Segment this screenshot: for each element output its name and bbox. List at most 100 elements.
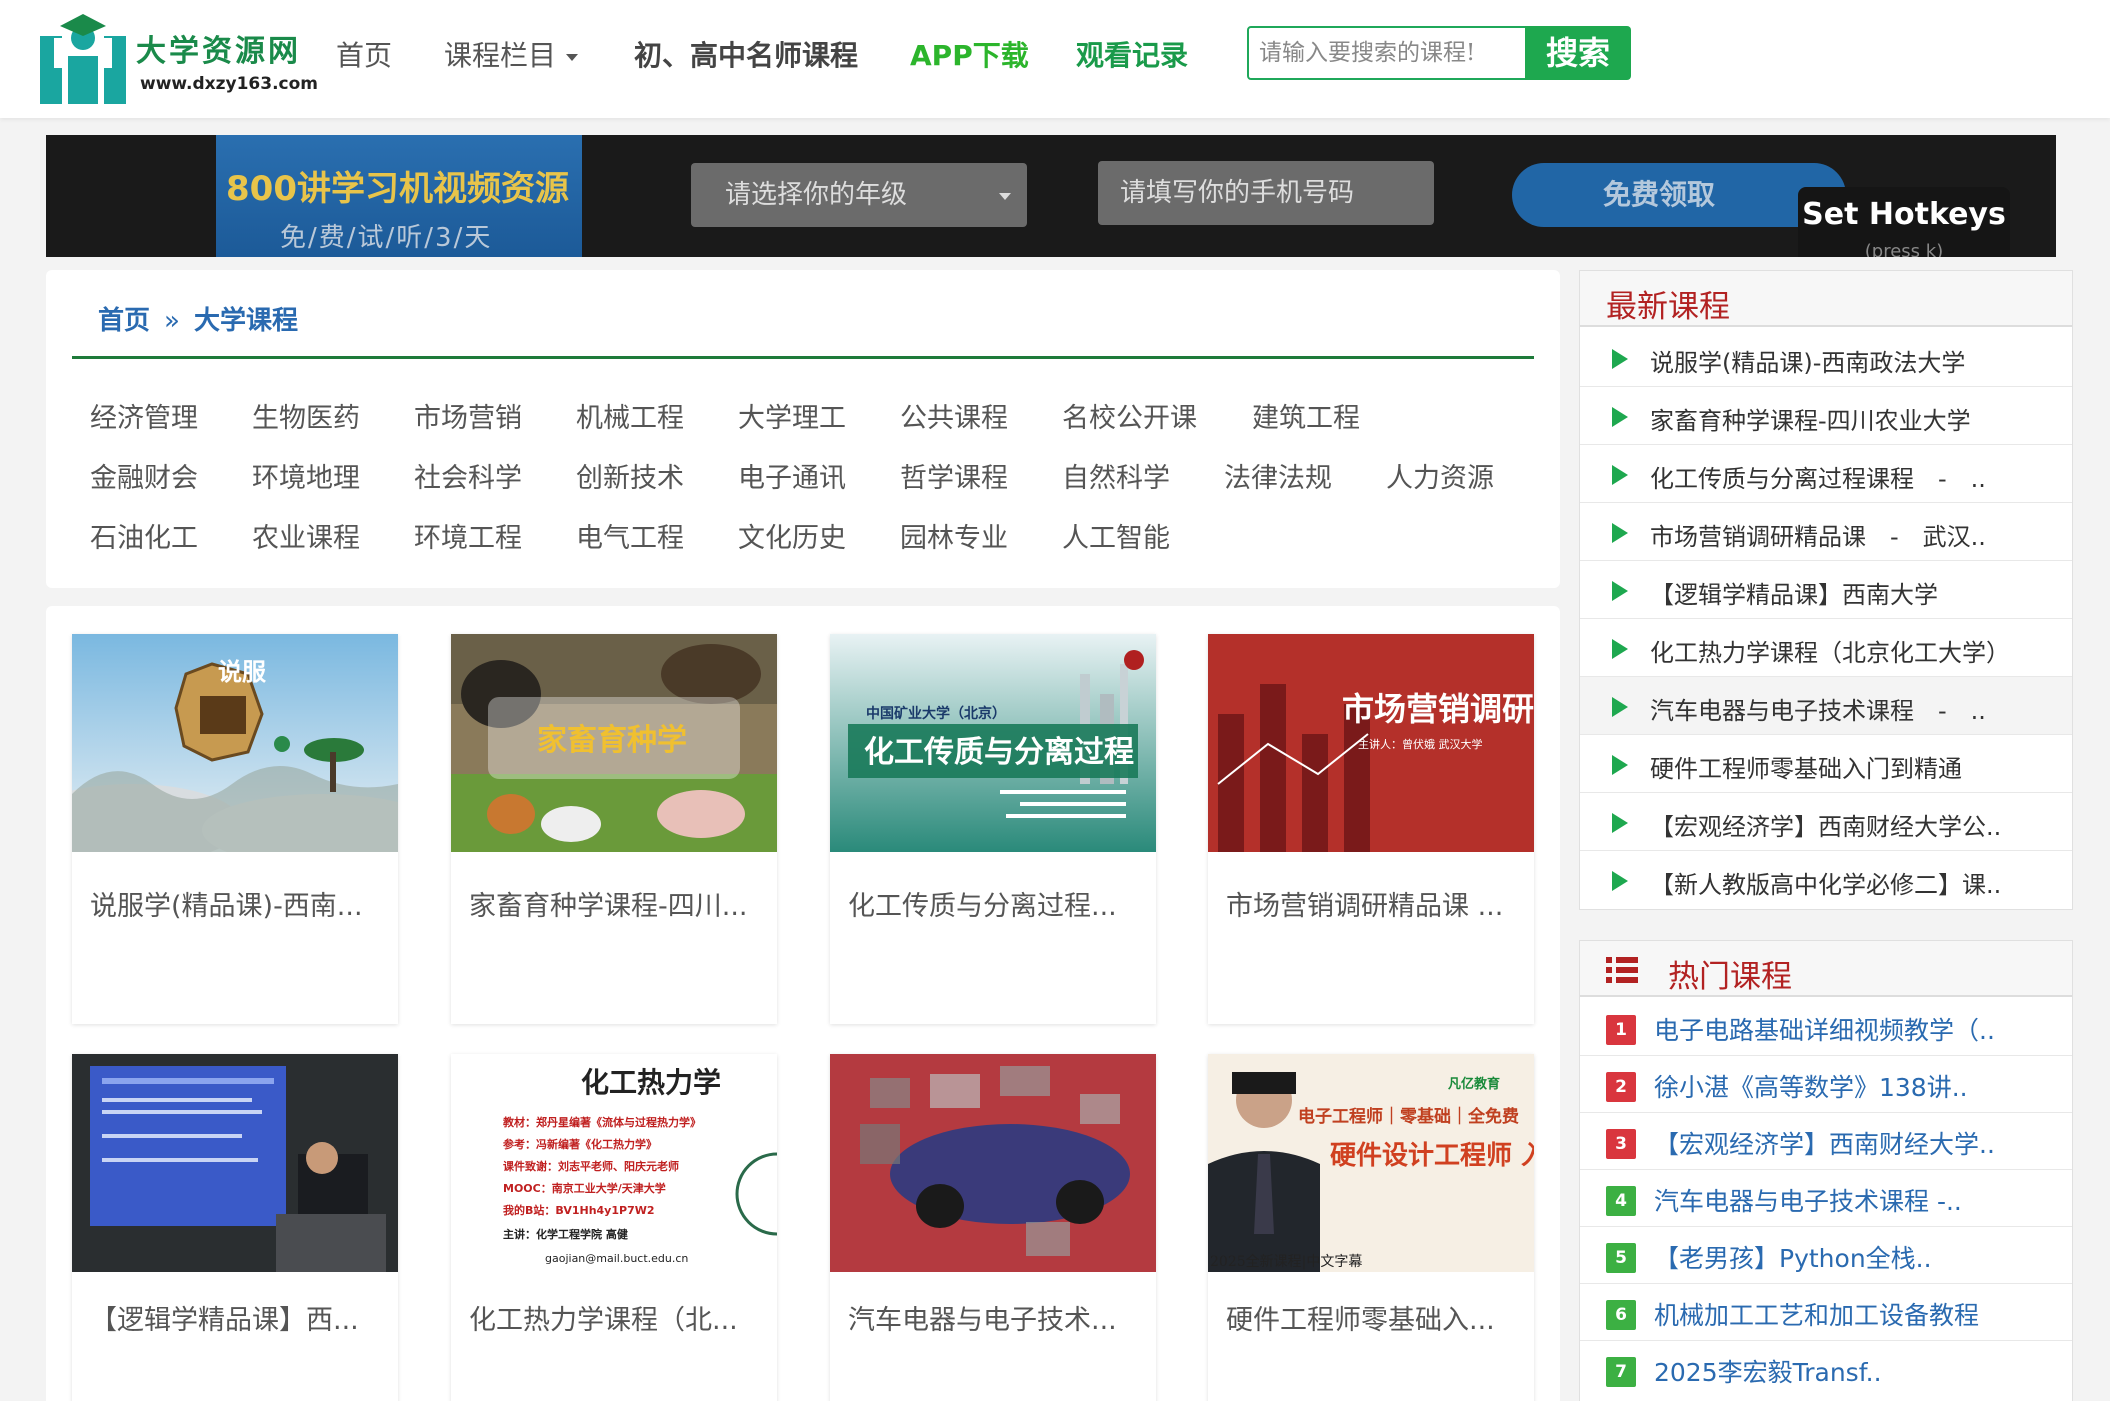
course-card[interactable]: 说服 说服学(精品课)-西南... xyxy=(72,634,398,1024)
thumbnail-brand: 凡亿教育 xyxy=(1448,1076,1500,1092)
hot-course-link[interactable]: 【宏观经济学】西南财经大学.. xyxy=(1654,1125,1995,1161)
course-card[interactable]: 市场营销调研 主讲人：曾伏娥 武汉大学 市场营销调研精品课 ... xyxy=(1208,634,1534,1024)
thumbnail-line: 我的B站：BV1Hh4y1P7W2 xyxy=(503,1203,655,1217)
category-link[interactable]: 法律法规 xyxy=(1224,456,1332,495)
category-link[interactable]: 园林专业 xyxy=(900,516,1008,555)
course-card[interactable]: 家畜育种学 家畜育种学课程-四川... xyxy=(451,634,777,1024)
course-card[interactable]: 中国矿业大学（北京） 化工传质与分离过程 化工传质与分离过程... xyxy=(830,634,1156,1024)
nav-columns-label: 课程栏目 xyxy=(444,39,557,72)
category-link[interactable]: 市场营销 xyxy=(414,396,522,435)
category-link[interactable]: 名校公开课 xyxy=(1062,396,1197,435)
latest-course-link[interactable]: 化工传质与分离过程课程 - .. xyxy=(1650,459,1986,494)
course-title: 化工传质与分离过程... xyxy=(848,891,1117,922)
set-hotkeys-popup[interactable]: Set Hotkeys (press k) xyxy=(1798,187,2010,257)
category-link[interactable]: 社会科学 xyxy=(414,456,522,495)
latest-course-link[interactable]: 家畜育种学课程-四川农业大学 xyxy=(1650,401,1971,436)
breadcrumb-home[interactable]: 首页 xyxy=(98,306,150,336)
search-input[interactable] xyxy=(1259,28,1509,78)
course-title: 硬件工程师零基础入... xyxy=(1226,1305,1495,1336)
hot-course-link[interactable]: 徐小湛《高等数学》138讲.. xyxy=(1654,1068,1968,1104)
latest-course-item[interactable]: 汽车电器与电子技术课程 - .. xyxy=(1580,677,2072,735)
course-card[interactable]: 【逻辑学精品课】西... xyxy=(72,1054,398,1401)
hot-course-link[interactable]: 【老男孩】Python全栈.. xyxy=(1654,1239,1932,1275)
category-link[interactable]: 哲学课程 xyxy=(900,456,1008,495)
category-link[interactable]: 人工智能 xyxy=(1062,516,1170,555)
latest-course-link[interactable]: 市场营销调研精品课 - 武汉.. xyxy=(1650,517,1986,552)
course-card[interactable]: 凡亿教育 电子工程师｜零基础｜全免费 硬件设计工程师 入门培训教程 2025全新… xyxy=(1208,1054,1534,1401)
nav-famous-teachers[interactable]: 初、高中名师课程 xyxy=(634,34,858,74)
breadcrumb-current[interactable]: 大学课程 xyxy=(194,306,298,336)
category-link[interactable]: 生物医药 xyxy=(252,396,360,435)
category-link[interactable]: 文化历史 xyxy=(738,516,846,555)
category-link[interactable]: 人力资源 xyxy=(1386,456,1494,495)
search-button[interactable]: 搜索 xyxy=(1525,26,1631,80)
nav-columns-dropdown[interactable]: 课程栏目 xyxy=(444,34,579,74)
latest-course-link[interactable]: 【逻辑学精品课】西南大学 xyxy=(1650,575,1938,610)
latest-course-link[interactable]: 汽车电器与电子技术课程 - .. xyxy=(1650,691,1986,726)
category-link[interactable]: 环境工程 xyxy=(414,516,522,555)
course-card[interactable]: 化工热力学 教材：郑丹星编著《流体与过程热力学》 参考：冯新编著《化工热力学》 … xyxy=(451,1054,777,1401)
play-triangle-icon xyxy=(1612,465,1628,485)
thumbnail-subtext: 中国矿业大学（北京） xyxy=(866,705,1006,722)
category-link[interactable]: 自然科学 xyxy=(1062,456,1170,495)
thumbnail-line: 教材：郑丹星编著《流体与过程热力学》 xyxy=(502,1115,701,1129)
category-panel: 首页 » 大学课程 经济管理 生物医药 市场营销 机械工程 大学理工 公共课程 名校… xyxy=(46,270,1560,588)
category-link[interactable]: 大学理工 xyxy=(738,396,846,435)
category-link[interactable]: 经济管理 xyxy=(90,396,198,435)
play-triangle-icon xyxy=(1612,871,1628,891)
rank-badge: 7 xyxy=(1606,1357,1636,1387)
latest-course-link[interactable]: 【新人教版高中化学必修二】课.. xyxy=(1650,865,2001,900)
hot-course-item[interactable]: 6 机械加工工艺和加工设备教程 xyxy=(1580,1284,2072,1341)
latest-course-item[interactable]: 【逻辑学精品课】西南大学 xyxy=(1580,561,2072,619)
category-link[interactable]: 石油化工 xyxy=(90,516,198,555)
latest-course-item[interactable]: 【宏观经济学】西南财经大学公.. xyxy=(1580,793,2072,851)
site-logo[interactable]: 大学资源网 www.dxzy163.com xyxy=(40,8,320,108)
latest-course-item[interactable]: 家畜育种学课程-四川农业大学 xyxy=(1580,387,2072,445)
hot-course-item[interactable]: 2 徐小湛《高等数学》138讲.. xyxy=(1580,1056,2072,1113)
latest-course-item[interactable]: 化工热力学课程（北京化工大学） xyxy=(1580,619,2072,677)
hot-course-link[interactable]: 2025李宏毅Transf.. xyxy=(1654,1353,1882,1389)
breadcrumb-divider xyxy=(72,356,1534,359)
latest-course-item[interactable]: 【新人教版高中化学必修二】课.. xyxy=(1580,851,2072,909)
category-link[interactable]: 公共课程 xyxy=(900,396,1008,435)
latest-course-item[interactable]: 化工传质与分离过程课程 - .. xyxy=(1580,445,2072,503)
chevron-down-icon xyxy=(566,53,579,61)
hot-course-link[interactable]: 汽车电器与电子技术课程 -.. xyxy=(1654,1182,1962,1218)
grade-select[interactable]: 请选择你的年级 xyxy=(691,163,1027,227)
hot-course-item[interactable]: 3 【宏观经济学】西南财经大学.. xyxy=(1580,1113,2072,1170)
category-link[interactable]: 电气工程 xyxy=(576,516,684,555)
hot-course-link[interactable]: 电子电路基础详细视频教学（.. xyxy=(1654,1011,1995,1047)
free-claim-button[interactable]: 免费领取 xyxy=(1512,163,1846,227)
category-link[interactable]: 电子通讯 xyxy=(738,456,846,495)
play-triangle-icon xyxy=(1612,755,1628,775)
category-link[interactable]: 金融财会 xyxy=(90,456,198,495)
hot-course-link[interactable]: 机械加工工艺和加工设备教程 xyxy=(1654,1296,1979,1332)
latest-course-item[interactable]: 说服学(精品课)-西南政法大学 xyxy=(1580,329,2072,387)
latest-course-link[interactable]: 硬件工程师零基础入门到精通 xyxy=(1650,749,1962,784)
banner-promo-block[interactable]: 800讲学习机视频资源 免/费/试/听/3/天 xyxy=(216,135,582,257)
hot-course-item[interactable]: 4 汽车电器与电子技术课程 -.. xyxy=(1580,1170,2072,1227)
nav-app-download[interactable]: APP下载 xyxy=(910,34,1029,74)
latest-course-link[interactable]: 说服学(精品课)-西南政法大学 xyxy=(1650,343,1965,378)
course-card[interactable]: 汽车电器与电子技术... xyxy=(830,1054,1156,1401)
hot-course-item[interactable]: 7 2025李宏毅Transf.. xyxy=(1580,1341,2072,1398)
category-link[interactable]: 环境地理 xyxy=(252,456,360,495)
category-link[interactable]: 农业课程 xyxy=(252,516,360,555)
promo-banner: 800讲学习机视频资源 免/费/试/听/3/天 请选择你的年级 请填写你的手机号… xyxy=(46,135,2056,257)
nav-watch-history[interactable]: 观看记录 xyxy=(1076,34,1188,74)
latest-course-link[interactable]: 【宏观经济学】西南财经大学公.. xyxy=(1650,807,2001,842)
latest-course-item[interactable]: 硬件工程师零基础入门到精通 xyxy=(1580,735,2072,793)
category-link[interactable]: 创新技术 xyxy=(576,456,684,495)
nav-home[interactable]: 首页 xyxy=(336,34,392,74)
hot-courses-panel: 热门课程 1 电子电路基础详细视频教学（.. 2 徐小湛《高等数学》138讲.. 3… xyxy=(1579,940,2073,1401)
latest-course-item[interactable]: 市场营销调研精品课 - 武汉.. xyxy=(1580,503,2072,561)
hot-course-item[interactable]: 1 电子电路基础详细视频教学（.. xyxy=(1580,999,2072,1056)
latest-course-link[interactable]: 化工热力学课程（北京化工大学） xyxy=(1650,633,2010,668)
category-link[interactable]: 机械工程 xyxy=(576,396,684,435)
breadcrumb-separator: » xyxy=(164,306,180,336)
category-link[interactable]: 建筑工程 xyxy=(1252,396,1360,435)
thumbnail-footer: 2025全新课程|中文字幕 xyxy=(1210,1253,1362,1270)
phone-input[interactable]: 请填写你的手机号码 xyxy=(1098,161,1434,225)
latest-courses-header: 最新课程 xyxy=(1580,271,2072,327)
hot-course-item[interactable]: 5 【老男孩】Python全栈.. xyxy=(1580,1227,2072,1284)
